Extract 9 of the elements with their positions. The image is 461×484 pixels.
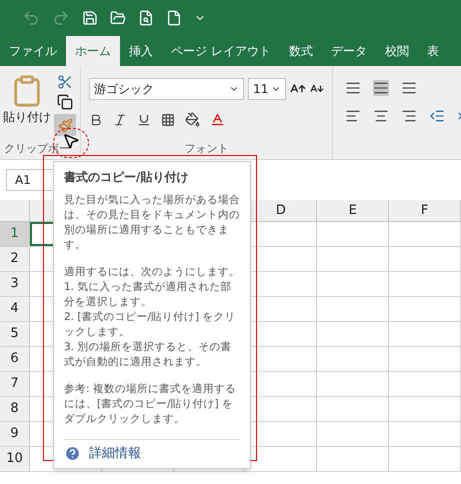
tooltip-text: 2. [書式のコピー/貼り付け] をクリックします。 <box>64 310 236 340</box>
tooltip-text: 見た目が気に入った場所がある場合は、その見た目をドキュメント内の別の場所に適用することもできます。 <box>64 193 240 253</box>
tooltip-text: 適用するには、次のようにします。 <box>64 265 240 280</box>
group-label: フォント <box>184 140 228 156</box>
tooltip-title: 書式のコピー/貼り付け <box>64 170 190 185</box>
tooltip-text: 参考: 複数の場所に書式を適用するには、[書式のコピー/貼り付け] をダブルクリックします。 <box>64 382 237 427</box>
group-label: クリップボー <box>4 140 71 156</box>
tooltip-text: 1. 気に入った書式が適用された部分を選択します。 <box>64 280 232 310</box>
tooltip-text: 3. 別の場所を選択すると、その書式が自動的に適用されます。 <box>64 340 232 370</box>
